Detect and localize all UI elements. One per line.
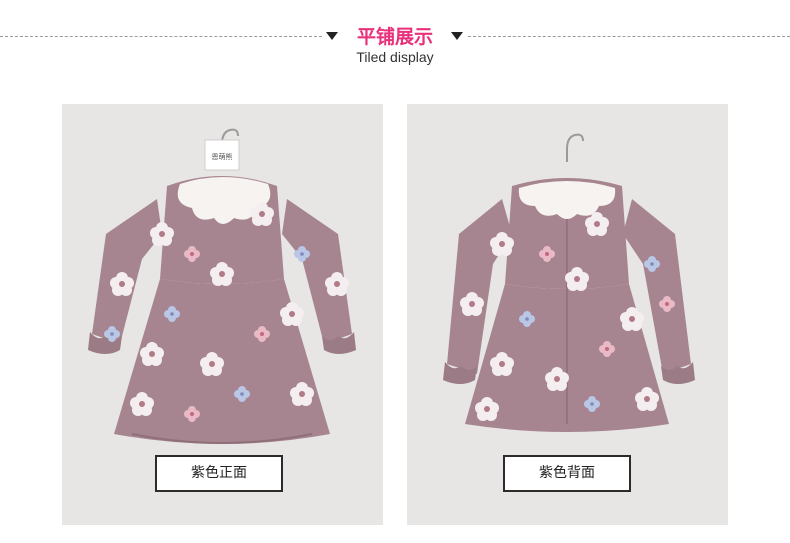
header-divider-right xyxy=(468,36,790,37)
triangle-down-icon xyxy=(326,32,338,40)
photo-caption-front: 紫色正面 xyxy=(155,455,283,492)
photo-caption-back: 紫色背面 xyxy=(503,455,631,492)
hanger-tag-text: 恩萌熊 xyxy=(212,152,233,161)
product-photo-front: 恩萌熊 紫色正面 xyxy=(62,104,383,525)
header-divider-left xyxy=(0,36,322,37)
product-detail-page: 平铺展示 Tiled display 恩萌熊 紫色正面 紫色背面 xyxy=(0,0,790,543)
product-photo-back: 紫色背面 xyxy=(407,104,728,525)
hanger-hook xyxy=(566,133,584,150)
section-header: 平铺展示 Tiled display xyxy=(0,14,790,70)
section-title: 平铺展示 xyxy=(356,26,433,48)
section-subtitle: Tiled display xyxy=(356,49,434,65)
triangle-down-icon xyxy=(451,32,463,40)
